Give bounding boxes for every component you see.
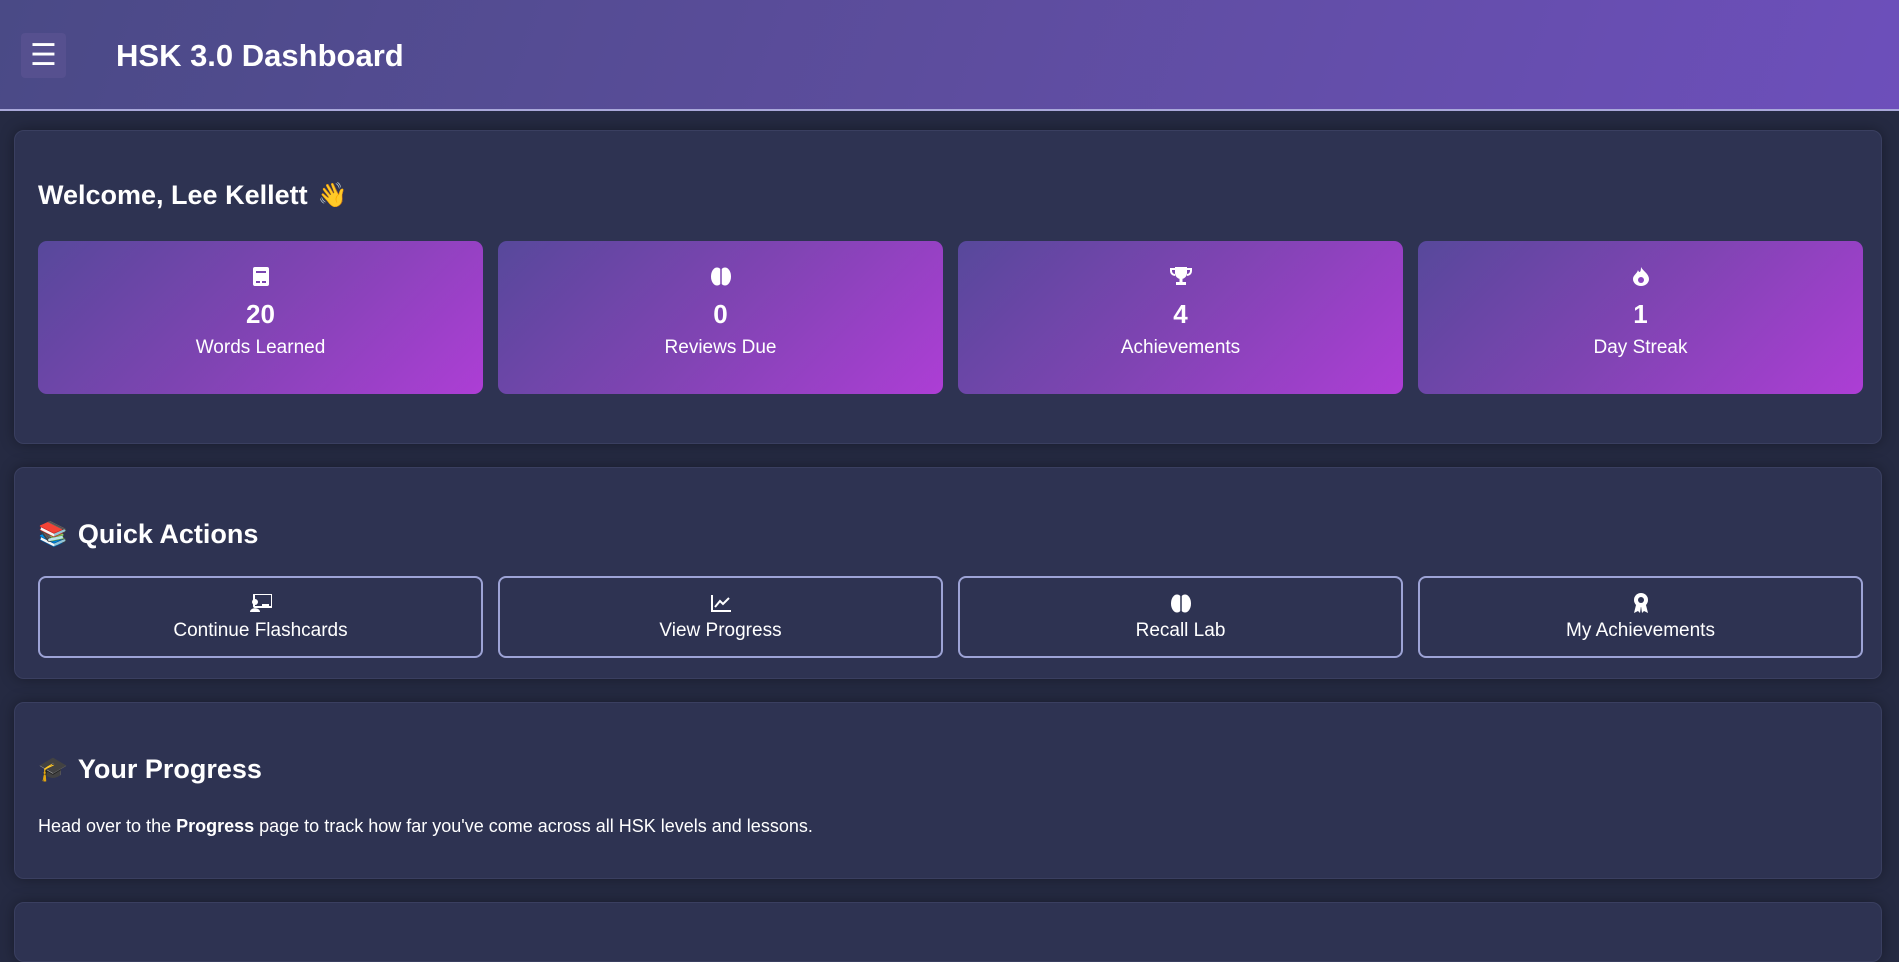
stat-value: 0 [713,299,728,329]
waving-hand-icon: 👋 [317,181,348,209]
stat-tile-words-learned: 20 Words Learned [38,241,483,394]
recall-lab-button[interactable]: Recall Lab [958,576,1403,658]
stat-tile-day-streak: 1 Day Streak [1418,241,1863,394]
stat-tile-reviews-due: 0 Reviews Due [498,241,943,394]
action-label: View Progress [659,620,782,641]
book-icon [252,265,269,287]
stat-tile-achievements: 4 Achievements [958,241,1403,394]
chart-line-icon [710,592,731,614]
stat-label: Words Learned [195,337,326,358]
brain-icon [710,265,731,287]
fire-icon [1632,265,1649,287]
quick-actions-card: 📚 Quick Actions Continue Flashcards View… [14,467,1882,679]
welcome-heading: Welcome, Lee Kellett 👋 [38,179,347,211]
progress-description: Head over to the Progress page to track … [38,815,813,837]
action-label: Recall Lab [1135,620,1226,641]
progress-text-before: Head over to the [38,816,177,836]
award-icon [1633,592,1649,614]
brain-icon [1170,592,1191,614]
app-title: HSK 3.0 Dashboard [116,38,404,73]
view-progress-button[interactable]: View Progress [498,576,943,658]
your-progress-card: 🎓 Your Progress Head over to the Progres… [14,702,1882,879]
my-achievements-button[interactable]: My Achievements [1418,576,1863,658]
progress-text-after: page to track how far you've come across… [254,816,813,836]
continue-flashcards-button[interactable]: Continue Flashcards [38,576,483,658]
your-progress-heading-text: Your Progress [77,754,262,784]
hamburger-menu-button[interactable]: ☰ [21,33,66,78]
stat-value: 20 [246,299,275,329]
hamburger-menu-icon: ☰ [30,39,57,72]
presentation-icon [249,592,272,614]
next-card [14,902,1882,962]
stat-value: 4 [1173,299,1188,329]
welcome-heading-text: Welcome, Lee Kellett [38,180,308,210]
action-label: Continue Flashcards [173,620,348,641]
action-label: My Achievements [1566,620,1715,641]
stat-value: 1 [1633,299,1648,329]
progress-page-link-text: Progress [176,816,255,836]
welcome-card: Welcome, Lee Kellett 👋 20 Words Learned … [14,130,1882,444]
stat-label: Achievements [1120,337,1241,358]
quick-actions-heading: 📚 Quick Actions [38,518,258,550]
stat-label: Day Streak [1593,337,1688,358]
books-icon: 📚 [38,520,68,548]
trophy-icon [1169,265,1192,287]
graduation-cap-icon: 🎓 [38,755,68,783]
quick-actions-heading-text: Quick Actions [77,519,259,549]
stat-label: Reviews Due [664,337,777,358]
your-progress-heading: 🎓 Your Progress [38,753,262,785]
top-header-bar: ☰ HSK 3.0 Dashboard [0,0,1899,111]
